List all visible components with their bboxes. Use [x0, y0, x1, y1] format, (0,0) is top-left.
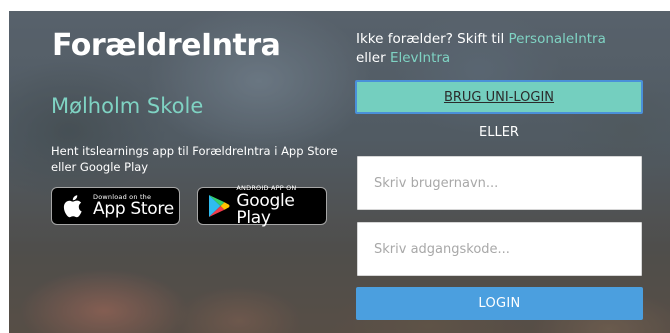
apple-icon	[58, 188, 90, 224]
switch-prefix: Ikke forælder? Skift til	[356, 31, 509, 47]
switch-middle: eller	[356, 50, 390, 66]
username-input[interactable]	[357, 156, 642, 210]
password-input[interactable]	[357, 222, 642, 276]
google-play-big-text: Google Play	[236, 190, 295, 228]
app-promo-text: Hent itslearnings app til ForældreIntra …	[51, 144, 338, 174]
app-store-big-text: App Store	[93, 199, 174, 220]
elevintra-link[interactable]: ElevIntra	[390, 50, 450, 66]
switch-intra-text: Ikke forælder? Skift til PersonaleIntra e…	[356, 30, 656, 68]
login-page: ForældreIntra Mølholm Skole Hent itslear…	[0, 0, 670, 333]
login-button[interactable]: LOGIN	[356, 287, 643, 320]
foraeldreintra-logo: ForældreIntra	[52, 28, 281, 63]
school-name: Mølholm Skole	[51, 94, 204, 118]
google-play-icon	[204, 188, 233, 224]
google-play-badge[interactable]: ANDROID APP ON Google Play	[197, 185, 327, 227]
uni-login-button[interactable]: BRUG UNI-LOGIN	[355, 80, 643, 114]
personaleintra-link[interactable]: PersonaleIntra	[509, 31, 606, 47]
or-divider-label: ELLER	[479, 125, 519, 140]
app-store-badge-text: Download on the App Store	[93, 194, 174, 219]
app-store-badge[interactable]: Download on the App Store	[51, 187, 180, 225]
google-play-badge-text: ANDROID APP ON Google Play	[236, 185, 326, 227]
